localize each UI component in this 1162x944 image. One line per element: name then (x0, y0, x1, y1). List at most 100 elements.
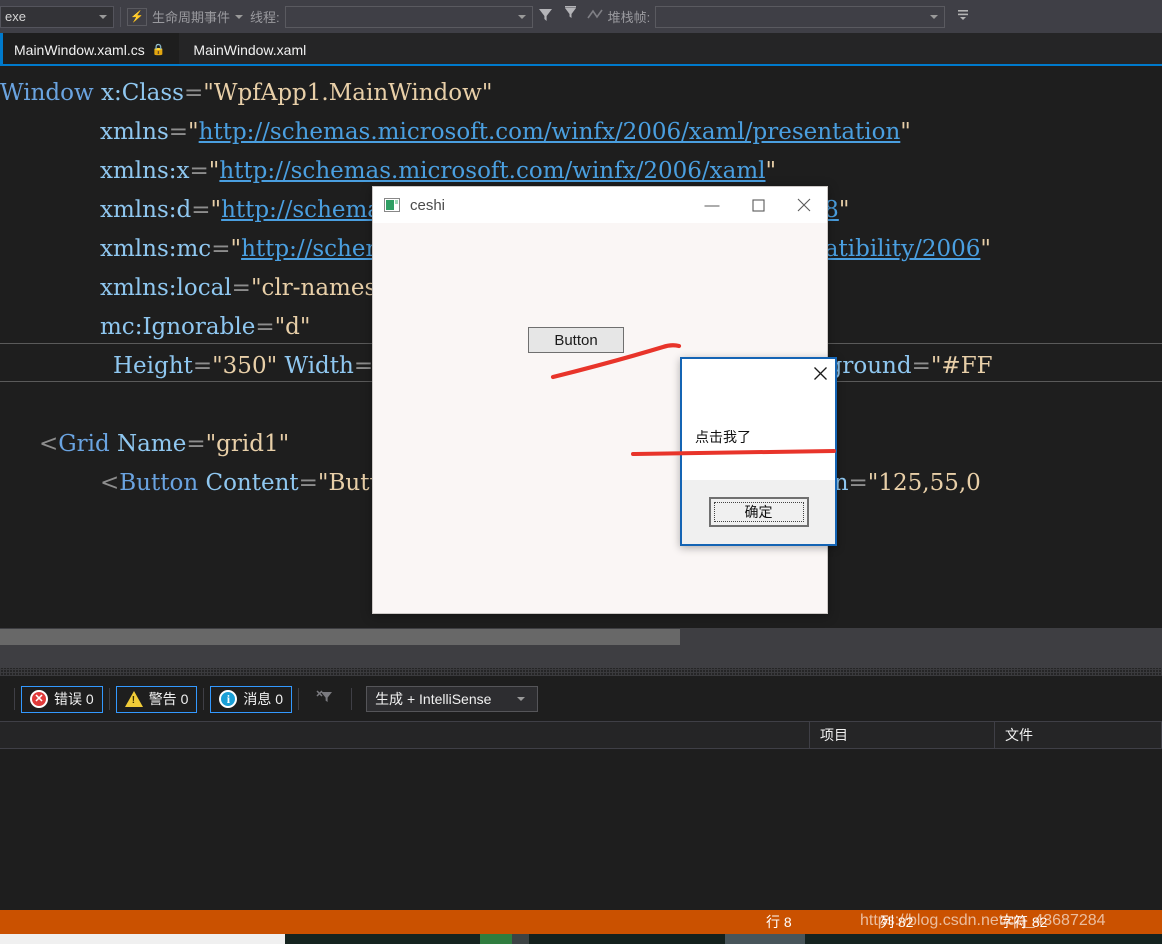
messages-filter-chip[interactable]: i 消息 0 (210, 685, 293, 713)
code-token: "125,55,0 (867, 470, 981, 496)
error-list-header: 项目 文件 (0, 721, 1162, 749)
code-token: Window (0, 80, 94, 106)
code-token: = (183, 80, 204, 106)
code-token: " (188, 119, 199, 145)
minimize-icon[interactable]: — (689, 187, 735, 223)
tab-mainwindow-xaml[interactable]: MainWindow.xaml (179, 33, 321, 66)
error-list-toolbar: ✕ 错误 0 警告 0 i 消息 0 生成 + Int (0, 680, 1162, 718)
vs-status-bar: 行 8 列 82 字符 82 (0, 910, 1162, 934)
tab-mainwindow-xaml-cs[interactable]: MainWindow.xaml.cs 🔒 (0, 33, 180, 66)
code-token: = (298, 470, 318, 496)
code-token: "#FF (930, 353, 993, 379)
chevron-down-icon (517, 14, 526, 19)
filter-down-icon[interactable] (562, 5, 579, 28)
code-token: = (168, 119, 189, 145)
build-scope-combobox[interactable]: 生成 + IntelliSense (366, 686, 539, 712)
lifecycle-events-label[interactable]: 生命周期事件 (152, 7, 230, 26)
ok-button[interactable]: 确定 (708, 497, 809, 527)
zigzag-icon[interactable] (586, 7, 604, 27)
thread-combobox[interactable] (284, 5, 533, 28)
pin-icon[interactable]: 🔒 (152, 43, 166, 56)
wpf-title-bar[interactable]: ceshi — (373, 187, 827, 223)
code-token: "grid1" (205, 431, 290, 457)
editor-horizontal-scrollbar[interactable] (0, 628, 1162, 646)
errors-filter-label: 错误 0 (54, 691, 94, 707)
close-icon[interactable] (805, 359, 835, 387)
code-token: Content (205, 470, 299, 496)
error-list-panel: ✕ 错误 0 警告 0 i 消息 0 生成 + Int (0, 668, 1162, 910)
filter-icon[interactable] (537, 6, 554, 28)
code-token: xmlns:mc (100, 236, 212, 262)
code-token: < (39, 431, 59, 457)
wpf-window-title: ceshi (410, 196, 446, 214)
info-icon: i (219, 690, 238, 708)
code-token: xmlns:d (100, 197, 192, 223)
code-token: xmlns:local (100, 275, 232, 301)
errors-filter-chip[interactable]: ✕ 错误 0 (21, 685, 103, 713)
code-token: " (210, 197, 222, 223)
code-token: xmlns (100, 119, 169, 145)
taskbar-segment (0, 934, 285, 944)
thread-label: 线程: (250, 10, 280, 25)
panel-grip[interactable] (0, 668, 1162, 676)
error-list-rows[interactable] (0, 750, 1162, 910)
taskbar-segment (805, 934, 1162, 944)
column-header-file[interactable]: 文件 (995, 722, 1162, 748)
status-line: 行 8 (766, 914, 792, 930)
code-token: " (765, 158, 777, 184)
code-token: " (900, 119, 911, 145)
code-token: = (189, 158, 209, 184)
wpf-button[interactable]: Button (528, 327, 624, 353)
code-token: = (848, 470, 868, 496)
code-line[interactable]: mc:Ignorable="d" (0, 308, 310, 347)
code-token: = (211, 236, 231, 262)
code-token: = (192, 353, 213, 379)
code-line[interactable]: xmlns="http://schemas.microsoft.com/winf… (0, 113, 911, 152)
code-token: = (255, 314, 275, 340)
warnings-filter-label: 警告 0 (148, 691, 189, 707)
status-column: 列 82 (880, 914, 914, 930)
code-token: = (231, 275, 251, 301)
taskbar-segment (725, 934, 805, 944)
code-token: Name (117, 431, 187, 457)
error-icon: ✕ (30, 690, 48, 708)
column-header-project[interactable]: 项目 (810, 722, 995, 748)
toolbar-divider (108, 688, 110, 710)
taskbar-segment (529, 934, 725, 944)
code-token: " (230, 236, 242, 262)
code-token: " (208, 158, 220, 184)
code-token: = (186, 431, 206, 457)
lightning-icon[interactable]: ⚡ (127, 7, 147, 26)
code-token: "d" (274, 314, 311, 340)
maximize-icon[interactable] (735, 187, 781, 223)
chevron-down-icon[interactable] (235, 14, 244, 19)
process-combobox[interactable]: exe (0, 5, 114, 28)
message-box-footer: 确定 (682, 480, 835, 544)
code-token: "350" (212, 353, 278, 379)
code-token: http://schemas.microsoft.com/winfx/2006/… (198, 119, 901, 145)
warnings-filter-chip[interactable]: 警告 0 (115, 685, 198, 713)
clear-filter-icon[interactable] (305, 688, 345, 710)
wpf-app-icon (384, 198, 400, 212)
os-taskbar (0, 934, 1162, 944)
debug-toolbar: exe ⚡ 生命周期事件 线程: 堆栈帧: (0, 0, 1162, 33)
code-token: Button (119, 470, 199, 496)
code-token: "WpfApp1.MainWindow" (203, 80, 493, 106)
code-token: < (100, 470, 120, 496)
code-line[interactable]: Window x:Class="WpfApp1.MainWindow" (0, 74, 492, 113)
messages-filter-label: 消息 0 (243, 691, 284, 707)
column-header-description[interactable] (0, 722, 810, 748)
code-line[interactable]: <Grid Name="grid1" (0, 425, 289, 464)
close-icon[interactable] (781, 187, 827, 223)
app-root: exe ⚡ 生命周期事件 线程: 堆栈帧: MainWindow.xaml.cs… (0, 0, 1162, 944)
scrollbar-thumb[interactable] (0, 629, 680, 645)
build-scope-value: 生成 + IntelliSense (375, 691, 492, 707)
message-box-dialog[interactable]: 点击我了 确定 (680, 357, 837, 546)
toolbar-divider (351, 688, 353, 710)
process-combobox-value: exe (5, 9, 26, 24)
code-token: " (980, 236, 992, 262)
toolbar-overflow-icon[interactable] (955, 6, 971, 27)
stackframe-combobox[interactable] (655, 5, 946, 28)
